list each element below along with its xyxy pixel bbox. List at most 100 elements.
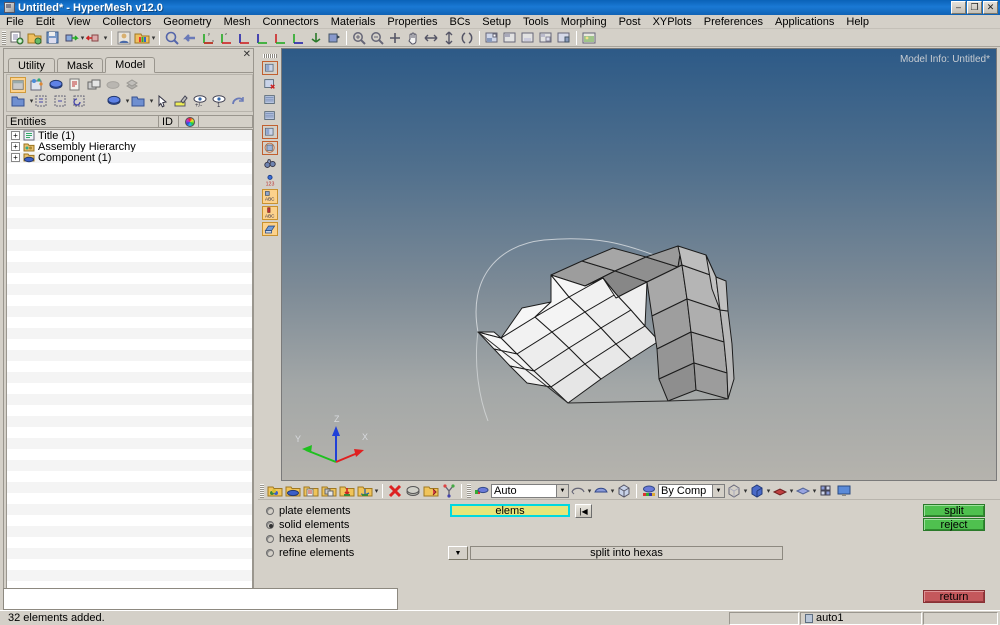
- page-next-icon[interactable]: [262, 109, 278, 123]
- restore-button[interactable]: ❐: [967, 1, 982, 14]
- component-blue-icon[interactable]: [285, 483, 301, 499]
- expand-toggle-title[interactable]: +: [11, 131, 20, 140]
- zoom-window-icon[interactable]: [387, 30, 403, 46]
- mode-combo-arrow[interactable]: ▼: [556, 484, 568, 497]
- arrow-left-right-icon[interactable]: [423, 30, 439, 46]
- collector-dropdown-arrow[interactable]: ▾: [374, 483, 379, 499]
- wireframe-shade-icon[interactable]: [570, 483, 586, 499]
- menu-help[interactable]: Help: [840, 15, 875, 29]
- user-profile-icon[interactable]: [116, 30, 132, 46]
- screen-capture-icon[interactable]: [836, 483, 852, 499]
- command-input-field[interactable]: [3, 588, 398, 610]
- split-tool-icon[interactable]: [441, 483, 457, 499]
- model-browser-icon[interactable]: [10, 77, 26, 93]
- menu-preferences[interactable]: Preferences: [698, 15, 769, 29]
- return-button[interactable]: return: [923, 590, 985, 603]
- save-view2-icon[interactable]: [502, 30, 518, 46]
- menu-tools[interactable]: Tools: [517, 15, 555, 29]
- tree-item-assembly-hierarchy[interactable]: + Assembly Hierarchy: [7, 141, 252, 153]
- yz-view-icon[interactable]: z: [218, 30, 234, 46]
- menu-materials[interactable]: Materials: [325, 15, 382, 29]
- xy-view-icon[interactable]: yx: [200, 30, 216, 46]
- wireframe-dropdown-arrow[interactable]: ▾: [587, 483, 592, 499]
- bycomp-color-icon[interactable]: [641, 483, 657, 499]
- tree-item-component[interactable]: + Component (1): [7, 152, 252, 164]
- menu-edit[interactable]: Edit: [30, 15, 61, 29]
- color-combo[interactable]: By Comp ▼: [658, 483, 725, 498]
- radio-hexa-elements[interactable]: hexa elements: [266, 532, 386, 546]
- menu-collectors[interactable]: Collectors: [96, 15, 157, 29]
- menu-file[interactable]: File: [0, 15, 30, 29]
- pan-icon[interactable]: [405, 30, 421, 46]
- menu-connectors[interactable]: Connectors: [256, 15, 324, 29]
- undo-view-icon[interactable]: [182, 30, 198, 46]
- show-one-icon[interactable]: 1: [211, 93, 227, 109]
- sync-icon[interactable]: [72, 93, 88, 109]
- yx-view-icon[interactable]: [272, 30, 288, 46]
- zx-view-icon[interactable]: [236, 30, 252, 46]
- arrow-up-down-icon[interactable]: [441, 30, 457, 46]
- radio-indicator-solid[interactable]: [266, 521, 274, 529]
- collector-icon[interactable]: [267, 483, 283, 499]
- load-collector-icon[interactable]: [339, 483, 355, 499]
- column-header-color[interactable]: [179, 116, 199, 127]
- page-prev-icon[interactable]: [262, 93, 278, 107]
- include-red-icon[interactable]: [303, 483, 319, 499]
- featureline-dropdown-arrow[interactable]: ▾: [789, 483, 794, 499]
- menu-mesh[interactable]: Mesh: [218, 15, 257, 29]
- zy-view-icon[interactable]: [290, 30, 306, 46]
- node-number-icon[interactable]: 123: [262, 173, 278, 187]
- feature-line-icon[interactable]: [772, 483, 788, 499]
- page-delete-icon[interactable]: [262, 77, 278, 91]
- pointer-icon[interactable]: [154, 93, 170, 109]
- hiddenline-dropdown-arrow[interactable]: ▾: [610, 483, 615, 499]
- radio-refine-elements[interactable]: refine elements: [266, 546, 386, 560]
- auto-color-icon[interactable]: [474, 483, 490, 499]
- elems-selector-field[interactable]: elems: [450, 504, 570, 517]
- tab-mask[interactable]: Mask: [56, 58, 104, 72]
- rotate-view-icon[interactable]: [326, 30, 342, 46]
- export-dropdown-arrow[interactable]: ▾: [103, 30, 108, 46]
- save-view3-icon[interactable]: [520, 30, 536, 46]
- toolbar-grip[interactable]: [2, 30, 6, 45]
- new-model-icon[interactable]: [9, 30, 25, 46]
- assembly-gray-icon[interactable]: [321, 483, 337, 499]
- menu-applications[interactable]: Applications: [769, 15, 840, 29]
- entity-toolbar-grip[interactable]: [260, 483, 264, 498]
- graphics-viewport[interactable]: Model Info: Untitled* Z Y X: [281, 48, 997, 481]
- mode-combo[interactable]: Auto ▼: [491, 483, 569, 498]
- transparent-icon[interactable]: [795, 483, 811, 499]
- save-view4-icon[interactable]: [538, 30, 554, 46]
- menu-bcs[interactable]: BCs: [444, 15, 477, 29]
- shadedcube-dropdown-arrow[interactable]: ▾: [766, 483, 771, 499]
- fit-view-icon[interactable]: [164, 30, 180, 46]
- transparent-dropdown-arrow[interactable]: ▾: [812, 483, 817, 499]
- column-header-id[interactable]: ID: [159, 116, 179, 128]
- folder-new-icon[interactable]: [130, 93, 146, 109]
- capture-image-icon[interactable]: [581, 30, 597, 46]
- highlight-icon[interactable]: [173, 93, 189, 109]
- iso-view-icon[interactable]: [308, 30, 324, 46]
- reverse-icon[interactable]: [230, 93, 246, 109]
- expand-all-icon[interactable]: [34, 93, 50, 109]
- system-collector-icon[interactable]: [357, 483, 373, 499]
- radio-indicator-refine[interactable]: [266, 549, 274, 557]
- save-model-icon[interactable]: [45, 30, 61, 46]
- mask-icon[interactable]: [405, 483, 421, 499]
- open-model-icon[interactable]: [27, 30, 43, 46]
- profile-dropdown-arrow[interactable]: ▾: [151, 30, 156, 46]
- reject-button[interactable]: reject: [923, 518, 985, 531]
- tab-utility[interactable]: Utility: [8, 58, 55, 72]
- menu-post[interactable]: Post: [613, 15, 647, 29]
- element-mesh-icon[interactable]: [818, 483, 834, 499]
- zoom-in-icon[interactable]: [351, 30, 367, 46]
- component-icon[interactable]: [48, 77, 64, 93]
- split-option-dropdown[interactable]: ▼: [448, 546, 468, 560]
- ghost-entity-icon[interactable]: [105, 77, 121, 93]
- image-plane-icon[interactable]: [262, 221, 278, 236]
- column-header-entities[interactable]: Entities: [7, 116, 159, 128]
- radio-solid-elements[interactable]: solid elements: [266, 518, 386, 532]
- import-icon[interactable]: [63, 30, 79, 46]
- binocular-icon[interactable]: [262, 157, 278, 171]
- wireframe-cube-icon[interactable]: [726, 483, 742, 499]
